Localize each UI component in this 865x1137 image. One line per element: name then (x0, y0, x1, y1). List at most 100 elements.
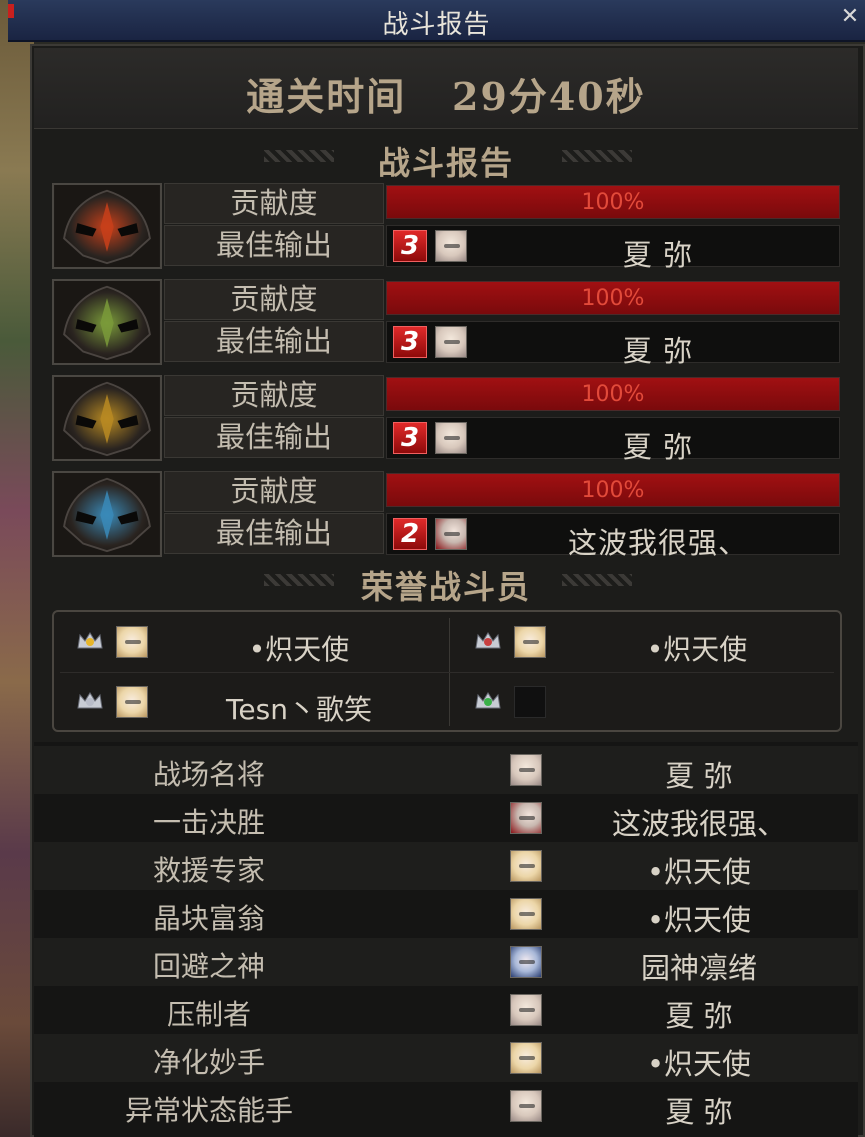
contribution-percent: 100% (581, 190, 645, 215)
award-title: 救援专家 (152, 854, 265, 887)
avatar (514, 686, 546, 718)
award-row: 战场名将 夏 弥 (34, 746, 858, 794)
boss-row: 贡献度 最佳输出 100% 3 夏 弥 (52, 279, 842, 368)
leaf-mask-icon (54, 281, 160, 363)
boss-row: 贡献度 最佳输出 100% 3 夏 弥 (52, 183, 842, 272)
clear-time-value: 29分40秒 (451, 74, 646, 119)
award-player-name: 夏 弥 (665, 999, 733, 1033)
awards-table: 战场名将 夏 弥 一击决胜 这波我很强、 救援专家 •炽天使 晶块富翁 •炽天使… (34, 742, 858, 1137)
honor-member: Tesn丶歌笑 (54, 674, 442, 730)
avatar (510, 994, 542, 1026)
avatar (510, 754, 542, 786)
divider (60, 672, 834, 673)
award-row: 异常状态能手 夏 弥 (34, 1082, 858, 1130)
honor-member (452, 674, 840, 730)
contribution-label: 贡献度 (164, 375, 384, 416)
award-title: 晶块富翁 (152, 902, 265, 935)
avatar (510, 802, 542, 834)
ornament-right (562, 574, 632, 586)
award-title: 战场名将 (152, 758, 265, 791)
red-crown-icon (475, 632, 501, 649)
battle-report-heading: 战斗报告 (34, 132, 858, 182)
best-player-name: 夏 弥 (622, 238, 694, 272)
contribution-percent: 100% (581, 478, 645, 503)
award-row: 救援专家 •炽天使 (34, 842, 858, 890)
contribution-bar: 100% (386, 473, 840, 507)
award-player-name: •炽天使 (646, 1047, 752, 1081)
contribution-label: 贡献度 (164, 471, 384, 512)
gold-crown-icon (77, 632, 103, 649)
battle-report-title: 战斗报告 (377, 144, 514, 182)
boss-row: 贡献度 最佳输出 100% 2 这波我很强、 (52, 471, 842, 560)
rank-badge: 3 (393, 422, 427, 454)
honor-members-box: •炽天使 •炽天使 Tesn丶歌笑 (52, 610, 842, 732)
award-title: 一击决胜 (152, 806, 265, 839)
contribution-label: 贡献度 (164, 279, 384, 320)
award-player-name: •炽天使 (646, 903, 752, 937)
avatar (510, 1090, 542, 1122)
game-background (0, 0, 34, 1137)
best-output-row: 3 夏 弥 (386, 225, 840, 272)
best-output-row: 2 这波我很强、 (386, 513, 840, 560)
boss-row: 贡献度 最佳输出 100% 3 夏 弥 (52, 375, 842, 464)
rank-badge: 3 (393, 230, 427, 262)
best-output-label: 最佳输出 (164, 321, 384, 362)
contribution-label: 贡献度 (164, 183, 384, 224)
award-title: 压制者 (166, 998, 251, 1031)
award-player-name: 夏 弥 (665, 759, 733, 793)
avatar (116, 686, 148, 718)
avatar (510, 898, 542, 930)
leaf-mask-icon (52, 279, 162, 365)
window-titlebar[interactable]: 战斗报告 ✕ (8, 0, 865, 42)
best-output-label: 最佳输出 (164, 513, 384, 554)
avatar (510, 946, 542, 978)
contribution-percent: 100% (581, 286, 645, 311)
close-icon[interactable]: ✕ (839, 6, 861, 28)
award-player-name: 这波我很强、 (611, 807, 786, 841)
rank-badge: 2 (393, 518, 427, 550)
avatar (435, 518, 467, 550)
best-output-row: 3 夏 弥 (386, 321, 840, 368)
award-player-name: 夏 弥 (665, 1095, 733, 1129)
gold-mask-icon (52, 375, 162, 461)
honor-member-name: Tesn丶歌笑 (226, 693, 372, 726)
contribution-bar: 100% (386, 377, 840, 411)
avatar (510, 1042, 542, 1074)
avatar (510, 850, 542, 882)
ice-mask-icon (54, 473, 160, 555)
avatar (116, 626, 148, 658)
award-title: 异常状态能手 (124, 1094, 293, 1127)
contribution-bar: 100% (386, 281, 840, 315)
honor-member: •炽天使 (452, 614, 840, 670)
best-player-name: 夏 弥 (622, 334, 694, 368)
contribution-bar: 100% (386, 185, 840, 219)
honor-member: •炽天使 (54, 614, 442, 670)
gold-mask-icon (54, 377, 160, 459)
ornament-right (562, 150, 632, 162)
fire-mask-icon (54, 185, 160, 267)
clear-time-label: 通关时间 (246, 74, 407, 119)
award-row: 压制者 夏 弥 (34, 986, 858, 1034)
award-title: 净化妙手 (152, 1046, 265, 1079)
avatar (435, 326, 467, 358)
contribution-percent: 100% (581, 382, 645, 407)
honor-member-name: •炽天使 (646, 633, 748, 666)
award-row: 净化妙手 •炽天使 (34, 1034, 858, 1082)
avatar (435, 422, 467, 454)
window-title: 战斗报告 (382, 10, 491, 40)
award-title: 回避之神 (152, 950, 265, 983)
best-player-name: 夏 弥 (622, 430, 694, 464)
honor-title: 荣誉战斗员 (360, 568, 531, 606)
award-row: 一击决胜 这波我很强、 (34, 794, 858, 842)
award-player-name: 园神凛绪 (640, 951, 757, 985)
award-row: 回避之神 园神凛绪 (34, 938, 858, 986)
honor-member-name: •炽天使 (248, 633, 350, 666)
clear-time-box: 通关时间 29分40秒 (34, 48, 858, 129)
best-output-label: 最佳输出 (164, 225, 384, 266)
ice-mask-icon (52, 471, 162, 557)
avatar (514, 626, 546, 658)
fire-mask-icon (52, 183, 162, 269)
best-output-label: 最佳输出 (164, 417, 384, 458)
honor-heading: 荣誉战斗员 (34, 556, 858, 606)
green-crown-icon (475, 692, 501, 709)
